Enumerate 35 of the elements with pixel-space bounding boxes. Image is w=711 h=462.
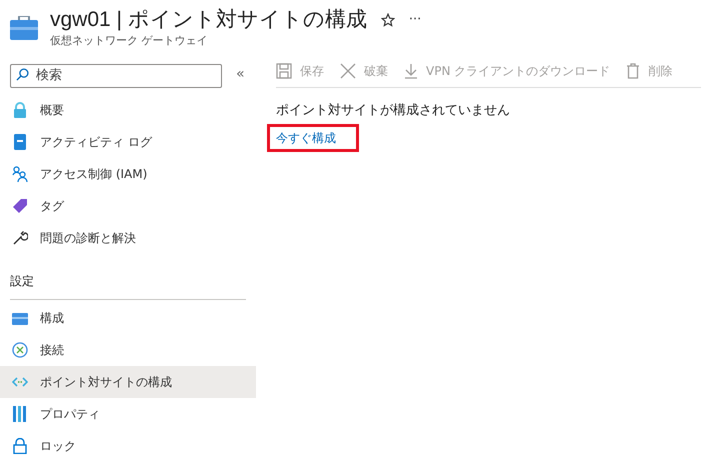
trash-icon: [626, 62, 640, 78]
save-icon: [276, 62, 292, 78]
nav-item[interactable]: ポイント対サイトの構成: [0, 366, 256, 398]
star-icon[interactable]: [380, 13, 395, 27]
padlock-icon: [13, 438, 27, 454]
code-arrows-icon: [12, 376, 28, 386]
nav-item[interactable]: ロック: [0, 430, 256, 462]
page-subtitle: 仮想ネットワーク ゲートウェイ: [50, 34, 208, 48]
toolbox-icon: [12, 310, 28, 324]
people-icon: [12, 166, 28, 182]
nav-item[interactable]: 構成: [0, 302, 256, 334]
collapse-button[interactable]: «: [236, 64, 245, 86]
nav-item[interactable]: プロパティ: [0, 398, 256, 430]
lock-icon: [12, 102, 28, 118]
nav-item[interactable]: 接続: [0, 334, 256, 366]
nav-item[interactable]: アクセス制御 (IAM): [0, 158, 256, 190]
nav-item[interactable]: アクティビティ ログ: [0, 126, 256, 158]
bars-icon: [13, 406, 27, 422]
connection-icon: [12, 342, 28, 358]
log-book-icon: [12, 134, 28, 150]
search-field[interactable]: 検索: [10, 64, 222, 88]
section-heading: 設定: [10, 273, 34, 290]
nav-item[interactable]: 概要: [0, 94, 256, 126]
more-button[interactable]: ···: [408, 10, 422, 30]
toolbox-icon: [10, 16, 38, 40]
search-icon: [16, 68, 29, 81]
wrench-icon: [12, 230, 28, 246]
tag-icon: [12, 198, 28, 214]
nav-item[interactable]: 問題の診断と解決: [0, 222, 256, 254]
download-icon: [404, 62, 418, 78]
close-icon: [340, 62, 356, 78]
status-message: ポイント対サイトが構成されていません: [276, 101, 511, 119]
page-title: vgw01 | ポイント対サイトの構成: [50, 7, 367, 33]
nav-item[interactable]: タグ: [0, 190, 256, 222]
configure-now-link[interactable]: 今すぐ構成: [267, 124, 359, 152]
